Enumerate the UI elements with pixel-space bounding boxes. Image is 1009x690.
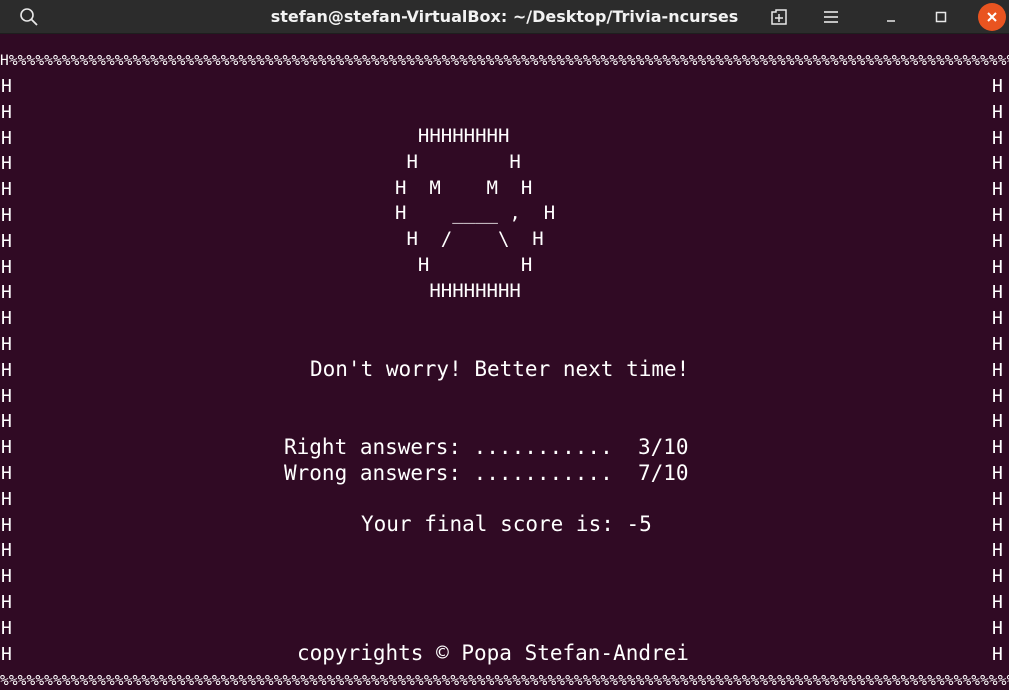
- copyright-line: copyrights © Popa Stefan-Andrei: [297, 641, 689, 665]
- right-answers-line: Right answers: ........... 3/10: [284, 435, 689, 459]
- new-tab-button[interactable]: [764, 0, 794, 34]
- border-bottom: %%%%%%%%%%%%%%%%%%%%%%%%%%%%%%%%%%%%%%%%…: [0, 673, 1009, 689]
- wrong-answers-line: Wrong answers: ........... 7/10: [284, 461, 689, 485]
- result-message: Don't worry! Better next time!: [310, 357, 690, 381]
- maximize-button[interactable]: [926, 0, 956, 34]
- final-score-line: Your final score is: -5: [361, 512, 652, 536]
- minimize-button[interactable]: [876, 0, 906, 34]
- minimize-icon: [887, 20, 895, 22]
- close-icon: [987, 12, 997, 22]
- menu-button[interactable]: [816, 0, 846, 34]
- close-button-circle[interactable]: [978, 3, 1006, 31]
- new-tab-icon: [771, 9, 787, 25]
- search-icon: [20, 8, 38, 26]
- hamburger-menu-icon: [824, 11, 838, 23]
- window-title: stefan@stefan-VirtualBox: ~/Desktop/Triv…: [270, 7, 739, 26]
- border-right: H H H H H H H H H H H H H H H H H H H H …: [992, 76, 1003, 665]
- border-top: H%%%%%%%%%%%%%%%%%%%%%%%%%%%%%%%%%%%%%%%…: [0, 53, 1009, 69]
- border-left: H H H H H H H H H H H H H H H H H H H H …: [1, 76, 12, 665]
- terminal-screen[interactable]: H%%%%%%%%%%%%%%%%%%%%%%%%%%%%%%%%%%%%%%%…: [0, 46, 1009, 690]
- maximize-icon: [935, 11, 947, 23]
- sad-face-ascii-art: HHHHHHHH H H H M M H H ____ , H H / \ H …: [395, 125, 556, 302]
- terminal-window: stefan@stefan-VirtualBox: ~/Desktop/Triv…: [0, 0, 1009, 690]
- title-bar[interactable]: stefan@stefan-VirtualBox: ~/Desktop/Triv…: [0, 0, 1009, 34]
- search-button[interactable]: [14, 0, 44, 34]
- close-button[interactable]: [977, 0, 1007, 34]
